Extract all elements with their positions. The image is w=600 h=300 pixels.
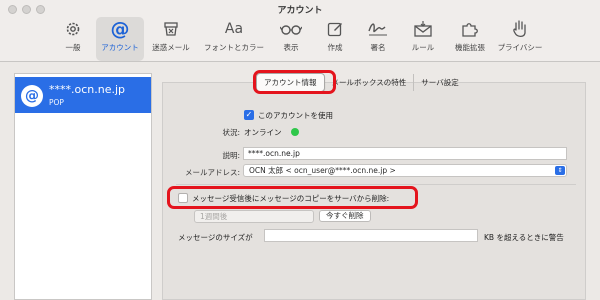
toolbar-item-label: 一般: [65, 43, 81, 52]
toolbar-item-fonts[interactable]: Aa フォントとカラー: [200, 17, 268, 61]
enable-account-label: このアカウントを使用: [258, 111, 333, 120]
tab-account-info[interactable]: アカウント情報: [256, 72, 325, 92]
tab-mailbox-behaviors[interactable]: メールボックスの特性: [325, 74, 414, 91]
toolbar-item-general[interactable]: 一般: [58, 17, 88, 61]
remove-copy-checkbox[interactable]: [178, 193, 188, 203]
toolbar-item-junk[interactable]: 迷惑メール: [150, 17, 192, 61]
toolbar-item-label: プライバシー: [497, 43, 543, 52]
remove-period-value: 1週間後: [200, 212, 228, 221]
toolbar-item-accounts[interactable]: @ アカウント: [96, 17, 144, 61]
chevron-updown-icon: ⇕: [555, 166, 565, 175]
window-title: アカウント: [277, 6, 323, 16]
remove-now-button[interactable]: 今すぐ削除: [319, 210, 371, 222]
email-address-label: メールアドレス:: [184, 168, 240, 177]
size-warning-suffix: KB を超えるときに警告: [484, 233, 564, 242]
puzzle-icon: [456, 17, 484, 41]
window-toolbar: アカウント 一般 @ アカウント 迷惑メール Aa フォントとカラー 表示 作成: [0, 0, 600, 62]
toolbar-item-label: 機能拡張: [455, 43, 485, 52]
account-list: @ ****.ocn.ne.jp POP: [14, 73, 152, 300]
at-sign-icon: @: [110, 18, 130, 40]
junk-trash-icon: [157, 17, 185, 41]
account-type: POP: [49, 98, 64, 107]
status-label: 状況:: [222, 128, 240, 137]
size-warning-label: メッセージのサイズが: [178, 233, 253, 242]
toolbar-item-compose[interactable]: 作成: [320, 17, 350, 61]
toolbar-item-rules[interactable]: ルール: [408, 17, 438, 61]
glasses-icon: [277, 17, 305, 41]
status-online-indicator: [291, 128, 299, 136]
account-list-item[interactable]: @ ****.ocn.ne.jp POP: [15, 77, 151, 113]
tab-server-settings[interactable]: サーバ設定: [413, 73, 465, 91]
signature-icon: [364, 17, 392, 41]
enable-account-checkbox[interactable]: ✓: [244, 110, 254, 120]
toolbar-item-signatures[interactable]: 署名: [363, 17, 393, 61]
account-settings-panel: [162, 82, 586, 300]
account-name: ****.ocn.ne.jp: [49, 83, 126, 96]
description-field[interactable]: ****.ocn.ne.jp: [243, 147, 567, 160]
toolbar-item-label: 署名: [370, 43, 386, 52]
toolbar-item-privacy[interactable]: プライバシー: [494, 17, 546, 61]
remove-period-select[interactable]: 1週間後: [194, 210, 314, 223]
toolbar-item-label: 作成: [327, 43, 343, 52]
toolbar-item-label: 表示: [283, 43, 299, 52]
gear-icon: [59, 17, 87, 41]
font-icon: Aa: [224, 21, 244, 37]
description-label: 説明:: [222, 151, 240, 160]
rules-envelope-icon: [409, 17, 437, 41]
toolbar-item-extensions[interactable]: 機能拡張: [450, 17, 490, 61]
status-value: オンライン: [244, 128, 282, 137]
settings-tabs: アカウント情報 メールボックスの特性 サーバ設定: [256, 72, 466, 92]
email-address-value: OCN 太郎 < ocn_user@****.ocn.ne.jp >: [249, 166, 396, 175]
hand-icon: [506, 17, 534, 41]
remove-copy-label: メッセージ受信後にメッセージのコピーをサーバから削除:: [192, 194, 390, 203]
toolbar-item-label: フォントとカラー: [204, 43, 264, 52]
section-divider: [176, 184, 576, 185]
toolbar-item-view[interactable]: 表示: [276, 17, 306, 61]
toolbar-item-label: ルール: [411, 43, 435, 52]
toolbar-item-label: 迷惑メール: [152, 43, 190, 52]
size-warning-field[interactable]: [264, 229, 478, 242]
compose-icon: [321, 17, 349, 41]
email-address-select[interactable]: OCN 太郎 < ocn_user@****.ocn.ne.jp > ⇕: [243, 164, 567, 177]
toolbar-item-label: アカウント: [101, 43, 139, 52]
at-sign-icon: @: [21, 85, 43, 107]
